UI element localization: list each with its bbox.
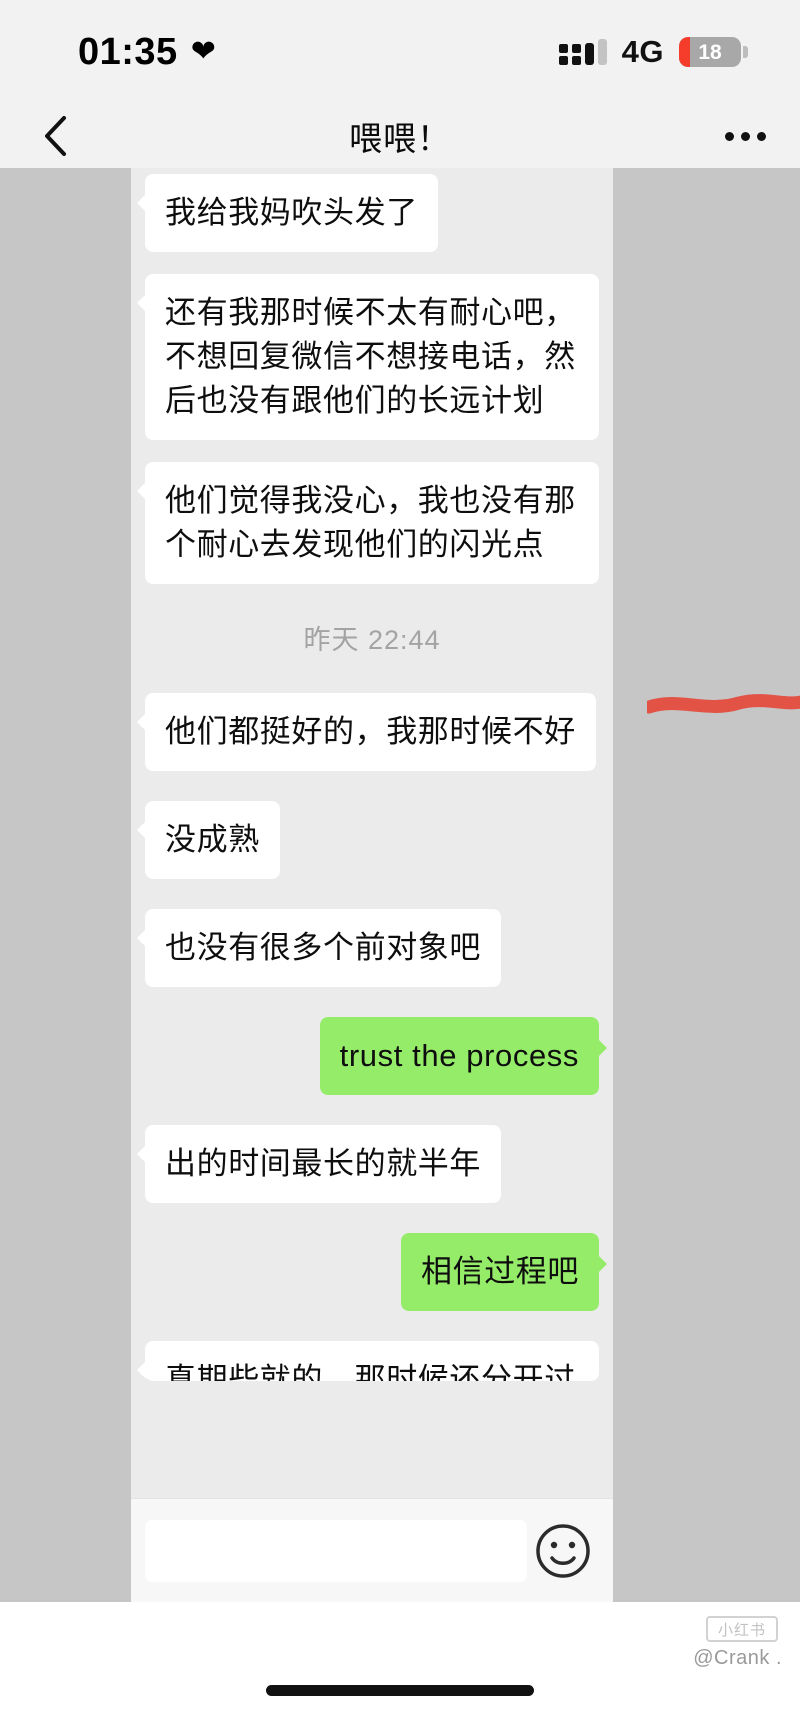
heart-icon: ❤: [190, 35, 216, 68]
signal-dots-icon: [558, 39, 607, 65]
status-bar-left: 01:35 ❤: [78, 33, 216, 71]
message-bubble-incoming[interactable]: 也没有很多个前对象吧: [137, 909, 501, 988]
status-bar-right: 4G 18: [558, 34, 748, 70]
message-row[interactable]: 也没有很多个前对象吧: [131, 909, 613, 988]
message-bubble-incoming[interactable]: 还有我那时候不太有耐心吧，不想回复微信不想接电话，然后也没有跟他们的长远计划: [137, 274, 599, 441]
message-row[interactable]: trust the process: [131, 1017, 613, 1096]
app-watermark-logo: 小红书: [706, 1616, 778, 1642]
message-bubble-incoming[interactable]: 我给我妈吹头发了: [137, 174, 438, 253]
message-list: 我给我妈吹头发了 还有我那时候不太有耐心吧，不想回复微信不想接电话，然后也没有跟…: [131, 168, 613, 1382]
chat-screenshot: 我给我妈吹头发了 还有我那时候不太有耐心吧，不想回复微信不想接电话，然后也没有跟…: [131, 168, 613, 1602]
message-row[interactable]: 出的时间最长的就半年: [131, 1125, 613, 1204]
status-bar: 01:35 ❤ 4G 18: [0, 0, 800, 104]
message-bubble-incoming[interactable]: 没成熟: [137, 801, 280, 880]
battery-level-label: 18: [698, 40, 722, 64]
chat-title: 喂喂！: [349, 120, 451, 157]
message-bubble-incoming[interactable]: 他们都挺好的，我那时候不好: [137, 693, 596, 772]
message-bubble-outgoing[interactable]: 相信过程吧: [401, 1233, 607, 1312]
network-type-label: 4G: [621, 34, 664, 69]
phone-screen: 01:35 ❤ 4G 18 喂喂！ 我给我妈吹头发了 还有我那时候不太有耐心吧，…: [0, 0, 800, 1734]
nav-bar: 喂喂！: [0, 104, 800, 168]
message-row[interactable]: 没成熟: [131, 801, 613, 880]
nested-screenshot-region: 我给我妈吹头发了 还有我那时候不太有耐心吧，不想回复微信不想接电话，然后也没有跟…: [0, 168, 800, 1602]
status-time: 01:35: [78, 31, 178, 73]
user-watermark: @Crank .: [693, 1647, 782, 1669]
smiley-face-icon: [536, 1523, 590, 1578]
message-row[interactable]: 真期些就的，那时候还分开过好: [131, 1341, 613, 1382]
message-bubble-incoming[interactable]: 他们觉得我没心，我也没有那个耐心去发现他们的闪光点: [137, 462, 599, 585]
message-row[interactable]: 他们觉得我没心，我也没有那个耐心去发现他们的闪光点: [131, 462, 613, 585]
more-horizontal-icon: [756, 131, 766, 141]
message-bubble-incoming[interactable]: 出的时间最长的就半年: [137, 1125, 501, 1204]
message-input[interactable]: [145, 1519, 527, 1582]
emoji-button[interactable]: [527, 1522, 599, 1580]
chevron-left-icon: [45, 116, 66, 156]
red-scribble-redaction: [647, 694, 800, 714]
message-bubble-outgoing[interactable]: trust the process: [319, 1017, 608, 1096]
home-indicator[interactable]: [266, 1685, 534, 1696]
message-row[interactable]: 他们都挺好的，我那时候不好: [131, 693, 613, 772]
message-input-bar: [131, 1498, 613, 1602]
battery-icon: 18: [679, 37, 748, 67]
chat-timestamp: 昨天 22:44: [303, 625, 441, 656]
more-horizontal-icon: [740, 131, 750, 141]
bottom-bar: 小红书 @Crank .: [0, 1602, 800, 1734]
more-horizontal-icon: [724, 131, 734, 141]
message-bubble-incoming[interactable]: 真期些就的，那时候还分开过好: [137, 1341, 599, 1382]
message-row[interactable]: 我给我妈吹头发了: [131, 174, 613, 253]
back-button[interactable]: [0, 114, 110, 158]
message-row[interactable]: 还有我那时候不太有耐心吧，不想回复微信不想接电话，然后也没有跟他们的长远计划: [131, 274, 613, 441]
message-row[interactable]: 相信过程吧: [131, 1233, 613, 1312]
more-options-button[interactable]: [690, 131, 800, 141]
